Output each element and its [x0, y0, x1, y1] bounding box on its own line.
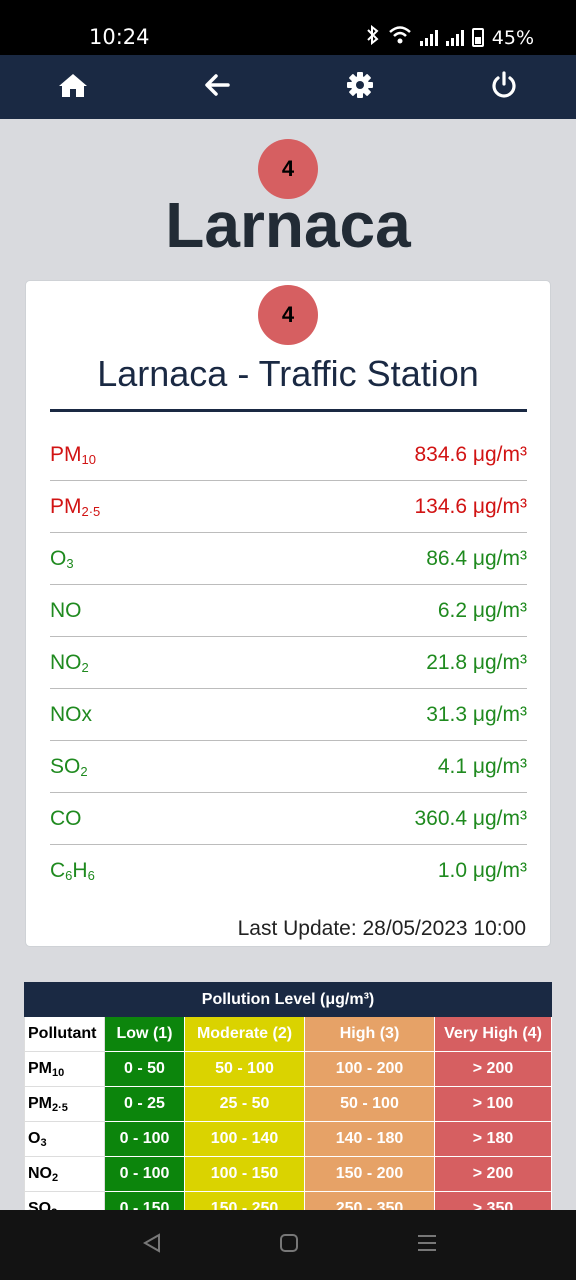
pollutant-name: PM10	[50, 442, 96, 467]
pollutant-name: NO	[50, 598, 82, 622]
very-high-range: > 200	[434, 1051, 552, 1087]
battery-icon	[471, 28, 484, 47]
top-nav	[0, 55, 576, 119]
low-range: 0 - 100	[104, 1121, 185, 1157]
back-triangle-icon	[141, 1232, 163, 1259]
pollutant-value: 6.2 μg/m³	[437, 598, 527, 622]
pollutant-name: NO2	[50, 650, 89, 675]
pollution-level-table: Pollution Level (μg/m³) Pollutant Low (1…	[24, 982, 552, 1227]
home-icon	[58, 72, 88, 103]
high-range: 140 - 180	[304, 1121, 435, 1157]
moderate-range: 25 - 50	[184, 1086, 305, 1122]
power-button[interactable]	[484, 67, 524, 107]
system-home-button[interactable]	[276, 1232, 302, 1258]
pollutant-name: C6H6	[50, 859, 95, 883]
system-back-button[interactable]	[139, 1232, 165, 1258]
table-pollutant: NO2	[24, 1156, 105, 1192]
recents-menu-icon	[416, 1232, 438, 1259]
pollutant-value: 834.6 μg/m³	[414, 442, 528, 466]
low-range: 0 - 25	[104, 1086, 185, 1122]
pollutant-name: PM2·5	[50, 494, 101, 519]
header-low: Low (1)	[104, 1016, 185, 1052]
pollutant-value: 1.0 μg/m³	[437, 859, 527, 882]
very-high-range: > 100	[434, 1086, 552, 1122]
reading-row: NOx 31.3 μg/m³	[50, 689, 527, 741]
back-button[interactable]	[197, 67, 237, 107]
bluetooth-icon	[366, 24, 380, 50]
low-range: 0 - 50	[104, 1051, 185, 1087]
header-high: High (3)	[304, 1016, 435, 1052]
readings-list: PM10 834.6 μg/m³ PM2·5 134.6 μg/m³ O3 86.4 μg…	[50, 429, 527, 897]
power-icon	[490, 70, 518, 104]
reading-row: NO2 21.8 μg/m³	[50, 637, 527, 689]
back-arrow-icon	[204, 73, 230, 102]
reading-row: NO 6.2 μg/m³	[50, 585, 527, 637]
table-header-row: Pollutant Low (1) Moderate (2) High (3) …	[24, 1016, 552, 1052]
reading-row: PM2·5 134.6 μg/m³	[50, 481, 527, 533]
pollutant-value: 21.8 μg/m³	[426, 650, 527, 674]
system-recents-button[interactable]	[414, 1232, 440, 1258]
high-range: 50 - 100	[304, 1086, 435, 1122]
very-high-range: > 200	[434, 1156, 552, 1192]
pollutant-value: 4.1 μg/m³	[437, 754, 527, 778]
battery-percent: 45%	[491, 26, 534, 49]
moderate-range: 100 - 150	[184, 1156, 305, 1192]
reading-row: SO2 4.1 μg/m³	[50, 741, 527, 793]
table-caption: Pollution Level (μg/m³)	[24, 982, 552, 1017]
status-time: 10:24	[89, 25, 150, 49]
pollutant-value: 360.4 μg/m³	[414, 806, 528, 830]
wifi-icon	[388, 25, 412, 50]
pollutant-value: 31.3 μg/m³	[426, 702, 527, 726]
header-pollutant: Pollutant	[24, 1016, 105, 1052]
moderate-range: 50 - 100	[184, 1051, 305, 1087]
table-pollutant: O3	[24, 1121, 105, 1157]
title-divider	[50, 409, 527, 412]
header-very-high: Very High (4)	[434, 1016, 552, 1052]
status-icons: 45%	[366, 24, 534, 50]
very-high-range: > 180	[434, 1121, 552, 1157]
reading-row: CO 360.4 μg/m³	[50, 793, 527, 845]
station-card: 4 Larnaca - Traffic Station PM10 834.6 μg…	[25, 280, 551, 947]
reading-row: O3 86.4 μg/m³	[50, 533, 527, 585]
high-range: 150 - 200	[304, 1156, 435, 1192]
android-nav-bar	[0, 1210, 576, 1280]
station-level-badge: 4	[258, 285, 318, 345]
moderate-range: 100 - 140	[184, 1121, 305, 1157]
low-range: 0 - 100	[104, 1156, 185, 1192]
pollutant-value: 86.4 μg/m³	[426, 546, 527, 570]
pollutant-name: CO	[50, 806, 82, 830]
settings-button[interactable]	[340, 67, 380, 107]
status-bar: 10:24 45%	[0, 0, 576, 55]
home-button[interactable]	[53, 67, 93, 107]
table-pollutant: PM2·5	[24, 1086, 105, 1122]
reading-row: C6H6 1.0 μg/m³	[50, 845, 527, 897]
station-title: Larnaca - Traffic Station	[97, 353, 479, 394]
pollutant-value: 134.6 μg/m³	[414, 494, 528, 518]
reading-row: PM10 834.6 μg/m³	[50, 429, 527, 481]
header-moderate: Moderate (2)	[184, 1016, 305, 1052]
pollutant-name: NOx	[50, 702, 92, 726]
signal-icon	[419, 29, 438, 46]
gear-icon	[346, 71, 374, 104]
pollutant-name: SO2	[50, 754, 88, 779]
signal-roaming-icon	[445, 29, 464, 46]
city-title: Larnaca	[165, 189, 411, 261]
table-row: O3 0 - 100 100 - 140 140 - 180 > 180	[24, 1121, 552, 1157]
home-square-icon	[278, 1232, 300, 1259]
table-pollutant: PM10	[24, 1051, 105, 1087]
last-update: Last Update: 28/05/2023 10:00	[237, 917, 526, 940]
table-row: PM2·5 0 - 25 25 - 50 50 - 100 > 100	[24, 1086, 552, 1122]
high-range: 100 - 200	[304, 1051, 435, 1087]
pollutant-name: O3	[50, 546, 74, 571]
table-row: NO2 0 - 100 100 - 150 150 - 200 > 200	[24, 1156, 552, 1192]
table-row: PM10 0 - 50 50 - 100 100 - 200 > 200	[24, 1051, 552, 1087]
